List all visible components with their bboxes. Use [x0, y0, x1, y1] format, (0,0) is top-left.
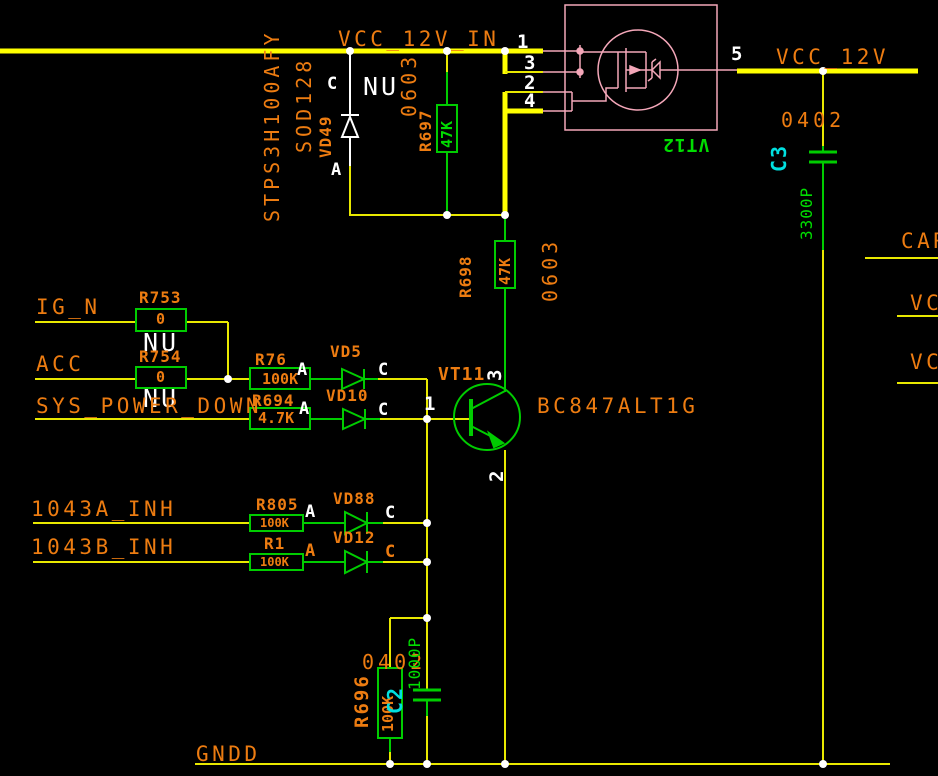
- r754-designator[interactable]: R754: [139, 349, 182, 365]
- vt11-pin-3: 3: [486, 370, 505, 381]
- net-label-1043b-inh[interactable]: 1043B_INH: [31, 537, 176, 558]
- vt12-pin-4: 4: [524, 92, 535, 111]
- c2-designator[interactable]: C2: [385, 686, 405, 714]
- capacitor-c2[interactable]: [413, 690, 441, 716]
- vd12-anode-marker: A: [305, 543, 315, 560]
- power-wires[interactable]: [0, 49, 918, 218]
- net-label-vc2[interactable]: VC: [910, 352, 938, 373]
- net-label-acc[interactable]: ACC: [36, 354, 84, 375]
- r1-value[interactable]: 100K: [260, 556, 289, 568]
- diode-vd49-symbol[interactable]: [341, 53, 359, 166]
- net-label-ig-n[interactable]: IG_N: [36, 297, 101, 318]
- vd5-designator[interactable]: VD5: [330, 344, 362, 360]
- vd12-cathode-marker: C: [385, 544, 395, 561]
- r697-package[interactable]: 0603: [399, 53, 419, 117]
- schematic-canvas: VCC_12V_IN VCC_12V CAR VC VC STPS3H100AF…: [0, 0, 938, 776]
- vt11-pin-1: 1: [424, 395, 435, 414]
- r696-designator[interactable]: R696: [353, 674, 372, 728]
- vd10-designator[interactable]: VD10: [326, 388, 369, 404]
- vd5-cathode-marker: C: [378, 362, 388, 379]
- mosfet-vt12-symbol[interactable]: [543, 5, 737, 130]
- r754-value[interactable]: 0: [156, 370, 165, 385]
- net-label-vc1[interactable]: VC: [910, 293, 938, 314]
- r753-value[interactable]: 0: [156, 312, 165, 327]
- vt12-pin-5: 5: [731, 45, 742, 64]
- r697-designator[interactable]: R697: [418, 109, 434, 152]
- vd10-anode-marker: A: [299, 401, 309, 418]
- vd88-designator[interactable]: VD88: [333, 491, 376, 507]
- r694-value[interactable]: 4.7K: [258, 411, 294, 426]
- junction-dots: [224, 47, 827, 768]
- net-label-1043a-inh[interactable]: 1043A_INH: [31, 499, 176, 520]
- vd49-nu-marker: NU: [363, 74, 399, 99]
- r697-value[interactable]: 47K: [440, 121, 455, 148]
- diode-vd10[interactable]: [310, 409, 380, 429]
- vt12-pin-1: 1: [517, 33, 528, 52]
- net-label-vcc-12v[interactable]: VCC_12V: [776, 47, 889, 68]
- r698-package[interactable]: 0603: [540, 238, 560, 302]
- net-label-gndd[interactable]: GNDD: [196, 744, 261, 765]
- vt12-pin-3: 3: [524, 54, 535, 73]
- r698-designator[interactable]: R698: [458, 255, 474, 298]
- vd49-cathode-marker: C: [327, 76, 337, 93]
- vd88-anode-marker: A: [305, 504, 315, 521]
- r76-designator[interactable]: R76: [255, 352, 287, 368]
- vt11-part-number[interactable]: BC847ALT1G: [537, 396, 698, 417]
- net-label-vcc-12v-in[interactable]: VCC_12V_IN: [338, 29, 499, 50]
- vt11-designator[interactable]: VT11: [438, 366, 485, 384]
- vd49-designator[interactable]: VD49: [318, 115, 334, 158]
- net-label-sys-power-down[interactable]: SYS_POWER_DOWN: [36, 396, 262, 417]
- r694-designator[interactable]: R694: [252, 393, 295, 409]
- vd12-designator[interactable]: VD12: [333, 530, 376, 546]
- r1-designator[interactable]: R1: [264, 536, 285, 552]
- r805-value[interactable]: 100K: [260, 517, 289, 529]
- vd49-part-number[interactable]: STPS3H100AFY: [262, 30, 282, 223]
- r76-value[interactable]: 100K: [262, 372, 298, 387]
- vd88-cathode-marker: C: [385, 505, 395, 522]
- vd49-package[interactable]: SOD128: [294, 57, 314, 153]
- r753-designator[interactable]: R753: [139, 290, 182, 306]
- c3-designator[interactable]: C3: [769, 144, 789, 172]
- r805-designator[interactable]: R805: [256, 497, 299, 513]
- net-label-car[interactable]: CAR: [901, 231, 938, 252]
- vt11-pin-2: 2: [488, 471, 507, 482]
- r698-value[interactable]: 47K: [498, 258, 513, 285]
- vd5-anode-marker: A: [297, 362, 307, 379]
- c2-value[interactable]: 1000P: [407, 637, 423, 690]
- vd49-anode-marker: A: [331, 162, 341, 179]
- c3-package[interactable]: 0402: [781, 110, 845, 130]
- c3-value[interactable]: 3300P: [799, 187, 815, 240]
- vd10-cathode-marker: C: [378, 402, 388, 419]
- transistor-vt11[interactable]: [454, 384, 520, 450]
- vt12-designator[interactable]: VT12: [662, 135, 709, 153]
